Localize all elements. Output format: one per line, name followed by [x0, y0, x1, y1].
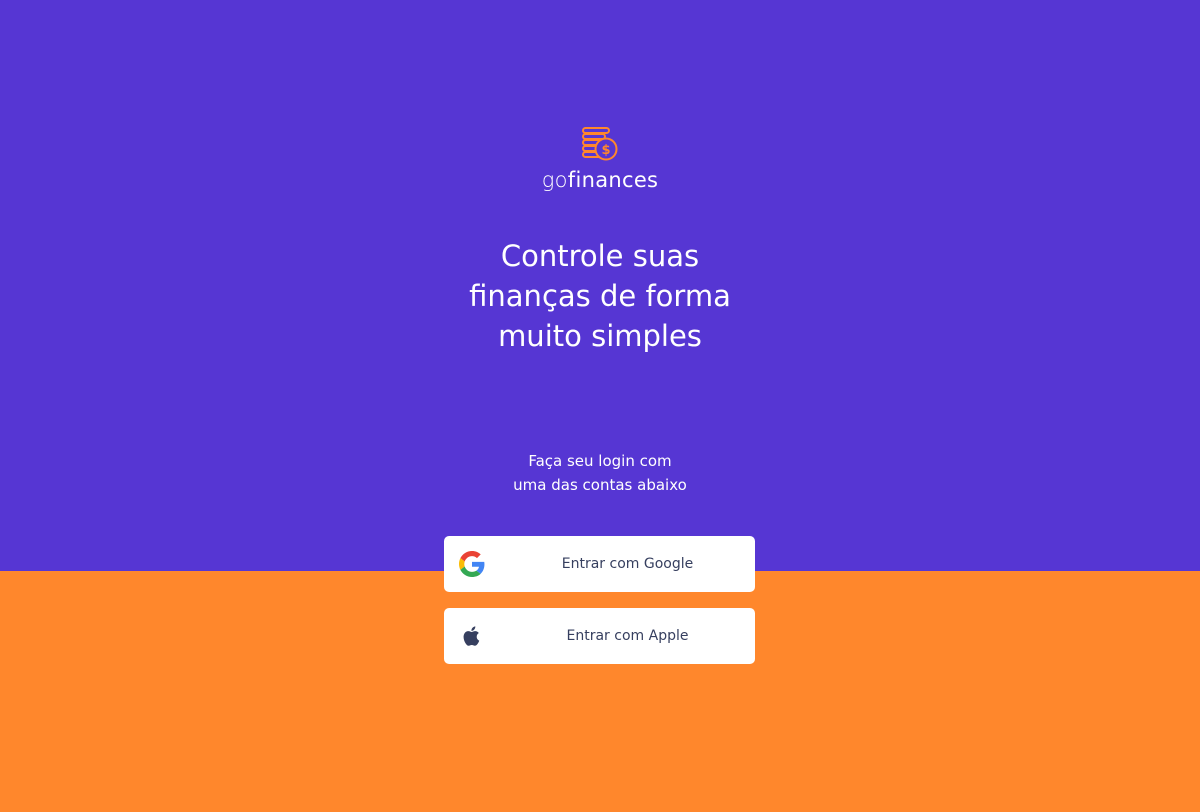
login-screen: $ gofinances Controle suas finanças de f…: [0, 0, 1200, 812]
google-login-label: Entrar com Google: [561, 556, 694, 572]
title-line-2: finanças de forma: [469, 279, 731, 313]
logo-word-go: go: [541, 168, 568, 192]
apple-login-label: Entrar com Apple: [566, 628, 689, 644]
title-line-1: Controle suas: [500, 239, 700, 273]
google-login-button[interactable]: Entrar com Google: [444, 536, 755, 592]
apple-login-button[interactable]: Entrar com Apple: [444, 608, 755, 664]
title-line-3: muito simples: [498, 319, 702, 353]
apple-icon: [463, 626, 480, 646]
coins-dollar-icon: $: [582, 127, 618, 161]
google-icon: [459, 551, 485, 577]
svg-text:$: $: [601, 143, 610, 158]
app-logo-wordmark: gofinances: [0, 168, 1200, 192]
logo-word-finances: finances: [567, 168, 659, 192]
subtitle-line-2: uma das contas abaixo: [513, 476, 687, 494]
page-title: Controle suas finanças de forma muito si…: [0, 236, 1200, 356]
login-instructions: Faça seu login com uma das contas abaixo: [0, 449, 1200, 497]
subtitle-line-1: Faça seu login com: [528, 452, 672, 470]
